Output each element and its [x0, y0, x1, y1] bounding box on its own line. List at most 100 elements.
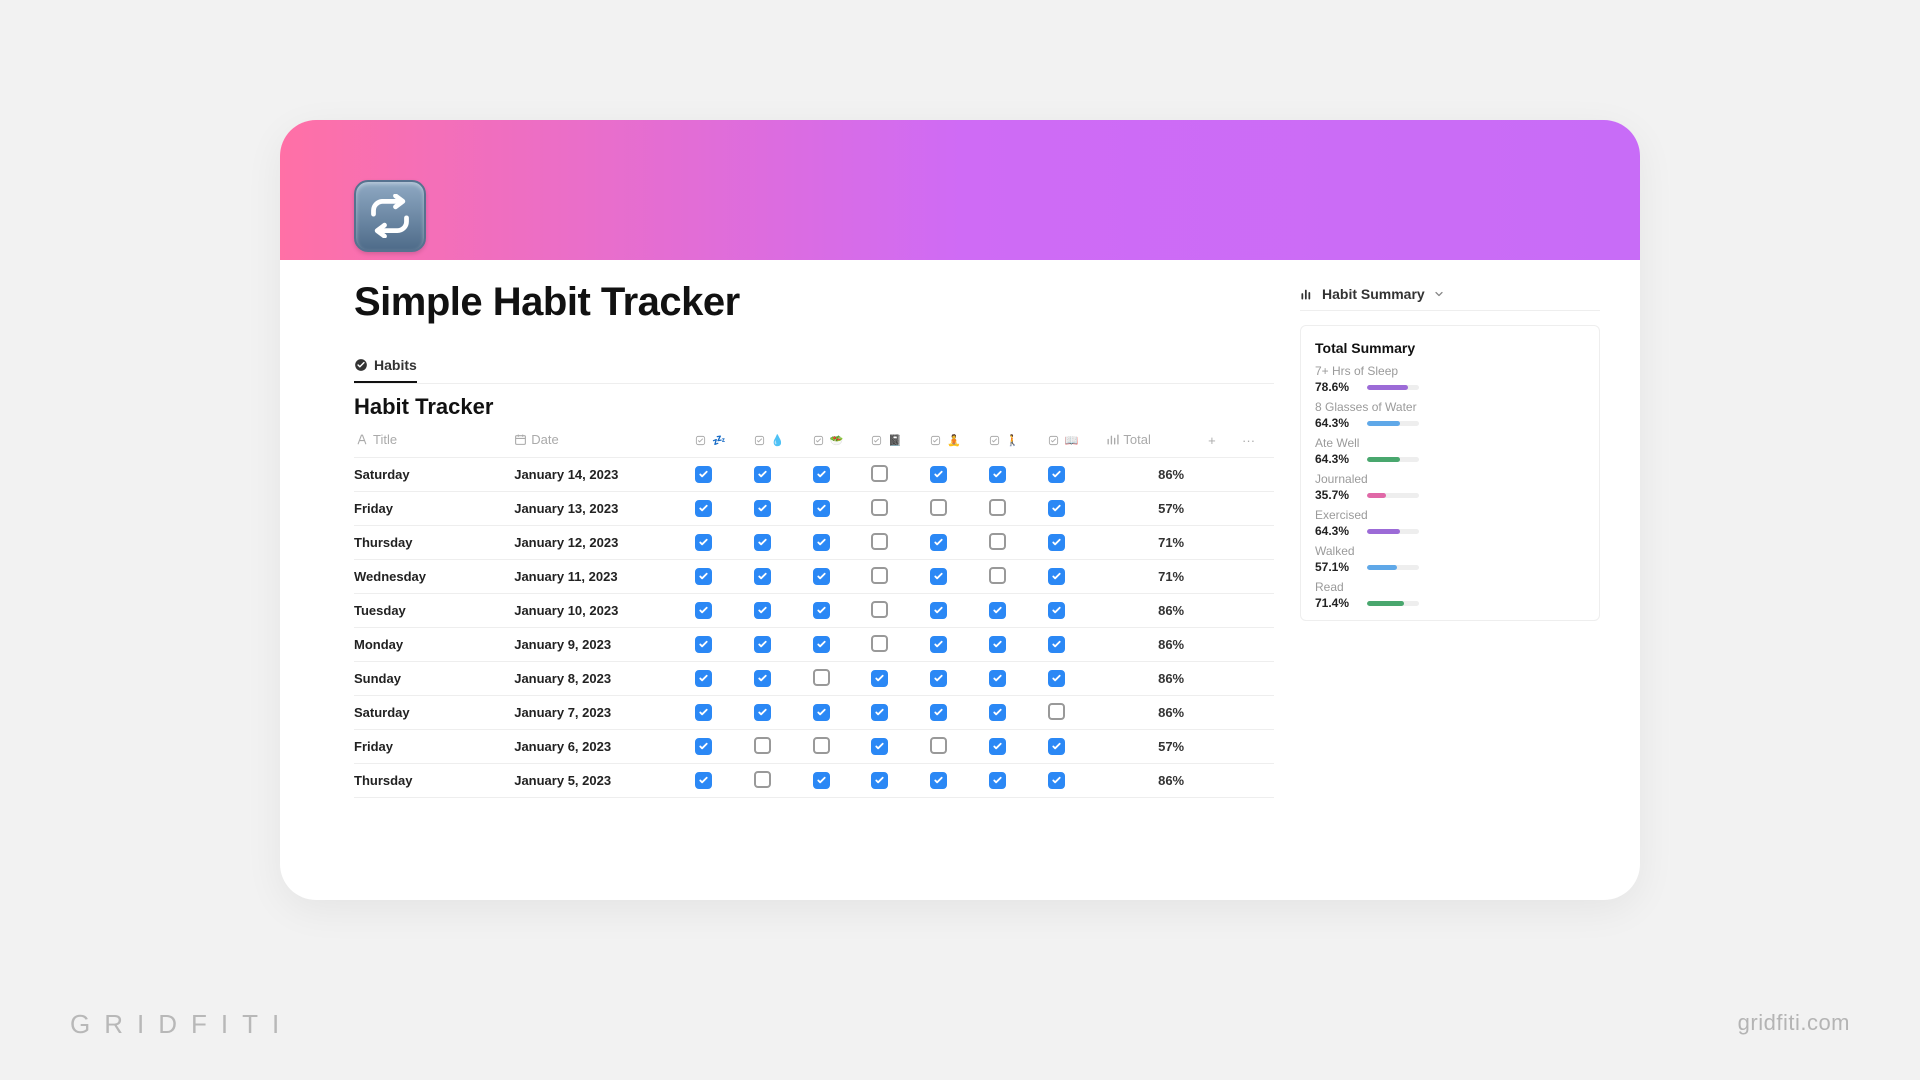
habit-checkbox[interactable]: [813, 737, 830, 754]
habit-checkbox-cell[interactable]: [1046, 696, 1105, 730]
habit-checkbox-cell[interactable]: [987, 628, 1046, 662]
habit-checkbox-cell[interactable]: [811, 594, 870, 628]
habit-checkbox-cell[interactable]: [693, 628, 752, 662]
habit-checkbox-cell[interactable]: [752, 594, 811, 628]
habit-checkbox[interactable]: [695, 534, 712, 551]
habit-checkbox-cell[interactable]: [869, 492, 928, 526]
habit-checkbox[interactable]: [871, 635, 888, 652]
col-title-header[interactable]: Title: [354, 424, 512, 458]
habit-checkbox-cell[interactable]: [987, 560, 1046, 594]
habit-checkbox[interactable]: [754, 602, 771, 619]
habit-checkbox-cell[interactable]: [1046, 764, 1105, 798]
col-habit-header[interactable]: 📓: [869, 424, 928, 458]
habit-checkbox[interactable]: [871, 533, 888, 550]
col-habit-header[interactable]: 🧘: [928, 424, 987, 458]
table-row[interactable]: FridayJanuary 13, 202357%: [354, 492, 1274, 526]
habit-checkbox[interactable]: [989, 466, 1006, 483]
habit-checkbox-cell[interactable]: [987, 594, 1046, 628]
habit-checkbox-cell[interactable]: [811, 458, 870, 492]
col-habit-header[interactable]: 💤: [693, 424, 752, 458]
habit-checkbox-cell[interactable]: [1046, 662, 1105, 696]
habit-checkbox-cell[interactable]: [693, 526, 752, 560]
habit-checkbox[interactable]: [871, 738, 888, 755]
habit-checkbox-cell[interactable]: [811, 662, 870, 696]
habit-checkbox[interactable]: [930, 534, 947, 551]
table-row[interactable]: ThursdayJanuary 12, 202371%: [354, 526, 1274, 560]
habit-checkbox-cell[interactable]: [752, 696, 811, 730]
habit-checkbox[interactable]: [1048, 703, 1065, 720]
habit-checkbox[interactable]: [930, 704, 947, 721]
habit-checkbox-cell[interactable]: [987, 492, 1046, 526]
add-column-button[interactable]: +: [1206, 424, 1240, 458]
habit-checkbox-cell[interactable]: [693, 492, 752, 526]
table-row[interactable]: SundayJanuary 8, 202386%: [354, 662, 1274, 696]
habit-checkbox-cell[interactable]: [928, 492, 987, 526]
habit-checkbox[interactable]: [813, 534, 830, 551]
habit-checkbox[interactable]: [695, 738, 712, 755]
table-row[interactable]: ThursdayJanuary 5, 202386%: [354, 764, 1274, 798]
habit-checkbox-cell[interactable]: [928, 662, 987, 696]
habit-checkbox-cell[interactable]: [752, 458, 811, 492]
habit-checkbox[interactable]: [695, 602, 712, 619]
habit-checkbox[interactable]: [930, 772, 947, 789]
habit-checkbox-cell[interactable]: [811, 696, 870, 730]
habit-checkbox[interactable]: [1048, 534, 1065, 551]
habit-checkbox-cell[interactable]: [811, 628, 870, 662]
habit-checkbox-cell[interactable]: [869, 526, 928, 560]
habit-checkbox[interactable]: [1048, 670, 1065, 687]
habit-checkbox-cell[interactable]: [928, 628, 987, 662]
habit-checkbox[interactable]: [989, 670, 1006, 687]
habit-checkbox-cell[interactable]: [987, 662, 1046, 696]
habit-checkbox[interactable]: [754, 704, 771, 721]
col-habit-header[interactable]: 🥗: [811, 424, 870, 458]
habit-checkbox[interactable]: [813, 704, 830, 721]
habit-checkbox[interactable]: [1048, 466, 1065, 483]
habit-checkbox-cell[interactable]: [1046, 492, 1105, 526]
habit-checkbox[interactable]: [989, 772, 1006, 789]
habit-checkbox[interactable]: [813, 500, 830, 517]
habit-checkbox[interactable]: [989, 533, 1006, 550]
habit-checkbox[interactable]: [754, 568, 771, 585]
habit-checkbox[interactable]: [754, 771, 771, 788]
habit-checkbox-cell[interactable]: [811, 560, 870, 594]
tab-habits[interactable]: Habits: [354, 351, 417, 383]
habit-checkbox-cell[interactable]: [752, 628, 811, 662]
habit-checkbox[interactable]: [1048, 568, 1065, 585]
habit-checkbox[interactable]: [871, 567, 888, 584]
col-habit-header[interactable]: 💧: [752, 424, 811, 458]
habit-checkbox[interactable]: [989, 567, 1006, 584]
habit-checkbox[interactable]: [871, 670, 888, 687]
habit-checkbox-cell[interactable]: [928, 458, 987, 492]
habit-checkbox-cell[interactable]: [928, 594, 987, 628]
habit-checkbox[interactable]: [930, 737, 947, 754]
habit-checkbox-cell[interactable]: [1046, 560, 1105, 594]
habit-checkbox-cell[interactable]: [693, 696, 752, 730]
habit-checkbox-cell[interactable]: [752, 662, 811, 696]
habit-checkbox-cell[interactable]: [1046, 628, 1105, 662]
habit-checkbox-cell[interactable]: [1046, 594, 1105, 628]
table-row[interactable]: WednesdayJanuary 11, 202371%: [354, 560, 1274, 594]
habit-checkbox[interactable]: [871, 465, 888, 482]
col-habit-header[interactable]: 📖: [1046, 424, 1105, 458]
habit-checkbox[interactable]: [754, 636, 771, 653]
habit-checkbox[interactable]: [695, 466, 712, 483]
habit-checkbox[interactable]: [989, 636, 1006, 653]
habit-checkbox-cell[interactable]: [987, 458, 1046, 492]
table-row[interactable]: TuesdayJanuary 10, 202386%: [354, 594, 1274, 628]
habit-checkbox[interactable]: [930, 499, 947, 516]
habit-checkbox-cell[interactable]: [869, 696, 928, 730]
habit-checkbox[interactable]: [813, 772, 830, 789]
habit-checkbox[interactable]: [695, 670, 712, 687]
habit-checkbox-cell[interactable]: [869, 560, 928, 594]
habit-checkbox[interactable]: [1048, 602, 1065, 619]
habit-checkbox-cell[interactable]: [928, 764, 987, 798]
habit-checkbox-cell[interactable]: [752, 730, 811, 764]
page-icon[interactable]: [354, 180, 426, 252]
summary-view-tab[interactable]: Habit Summary: [1300, 280, 1600, 311]
col-date-header[interactable]: Date: [512, 424, 693, 458]
habit-checkbox[interactable]: [813, 636, 830, 653]
habit-checkbox[interactable]: [695, 500, 712, 517]
habit-checkbox[interactable]: [1048, 772, 1065, 789]
habit-checkbox[interactable]: [871, 772, 888, 789]
habit-checkbox-cell[interactable]: [928, 560, 987, 594]
